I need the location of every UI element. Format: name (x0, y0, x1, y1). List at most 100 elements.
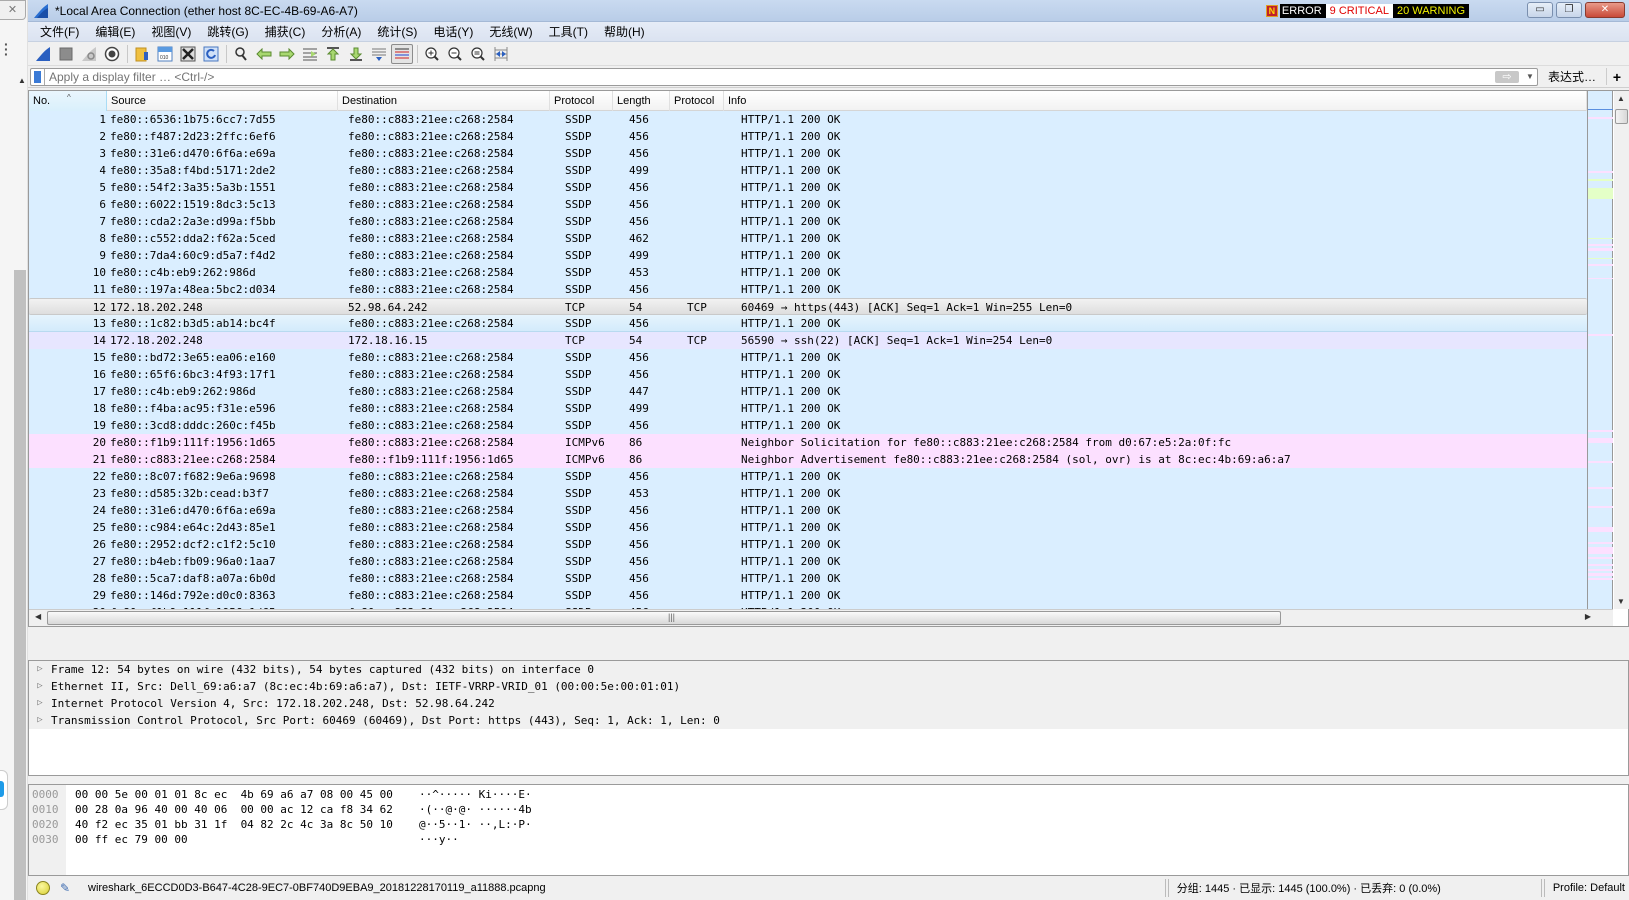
column-header-destination[interactable]: Destination (338, 91, 550, 111)
hex-offset[interactable]: 0030 (32, 832, 59, 847)
scroll-up-arrow-icon[interactable]: ▲ (1617, 94, 1625, 103)
column-header-source[interactable]: Source (107, 91, 338, 111)
details-tree-item[interactable]: ▷ Frame 12: 54 bytes on wire (432 bits), … (29, 661, 1628, 678)
resize-columns-icon[interactable] (490, 44, 512, 64)
ascii-bytes[interactable]: ·(··@·@· ······4b (419, 802, 532, 817)
packet-row[interactable]: 1 fe80::6536:1b75:6cc7:7d55 fe80::c883:21e… (29, 111, 1587, 128)
details-tree-item[interactable]: ▷ Internet Protocol Version 4, Src: 172.1… (29, 695, 1628, 712)
menu-item[interactable]: 捕获(C) (257, 23, 314, 40)
hex-bytes[interactable]: 40 f2 ec 35 01 bb 31 1f 04 82 2c 4c 3a 8… (75, 817, 393, 832)
apply-filter-arrow-icon[interactable]: ⇨ (1494, 70, 1519, 83)
colorize-icon[interactable] (391, 43, 413, 64)
column-header-protocol-2[interactable]: Protocol (670, 91, 724, 111)
details-tree-item[interactable]: ▷ Ethernet II, Src: Dell_69:a6:a7 (8c:ec:… (29, 678, 1628, 695)
display-filter-input[interactable] (45, 69, 1495, 84)
packet-row[interactable]: 28 fe80::5ca7:daf8:a07a:6b0d fe80::c883:21… (29, 570, 1587, 587)
packet-row[interactable]: 24 fe80::31e6:d470:6f6a:e69a fe80::c883:21… (29, 502, 1587, 519)
start-capture-icon[interactable] (32, 44, 54, 64)
filter-history-dropdown-icon[interactable]: ▼ (1523, 72, 1537, 81)
packet-row[interactable]: 7 fe80::cda2:2a3e:d99a:f5bb fe80::c883:21e… (29, 213, 1587, 230)
expression-button[interactable]: 表达式… (1538, 68, 1607, 85)
packet-row[interactable]: 13 fe80::1c82:b3d5:ab14:bc4f fe80::c883:21… (29, 315, 1587, 332)
hex-offset[interactable]: 0010 (32, 802, 59, 817)
hex-offset[interactable]: 0020 (32, 817, 59, 832)
packet-row[interactable]: 12 172.18.202.248 52.98.64.242 TCP 54 TCP 6046… (29, 298, 1587, 315)
expand-triangle-icon[interactable]: ▷ (29, 661, 51, 678)
expand-triangle-icon[interactable]: ▷ (29, 678, 51, 695)
menu-item[interactable]: 无线(W) (481, 23, 540, 40)
zoom-in-icon[interactable] (421, 44, 443, 64)
column-header-info[interactable]: Info (724, 91, 1587, 111)
packet-row[interactable]: 19 fe80::3cd8:dddc:260c:f45b fe80::c883:21… (29, 417, 1587, 434)
packet-row[interactable]: 25 fe80::c984:e64c:2d43:85e1 fe80::c883:21… (29, 519, 1587, 536)
go-to-packet-icon[interactable] (299, 44, 321, 64)
packet-row[interactable]: 17 fe80::c4b:eb9:262:986d fe80::c883:21ee:… (29, 383, 1587, 400)
go-last-packet-icon[interactable] (345, 44, 367, 64)
error-badge[interactable]: ERROR (1279, 4, 1326, 18)
packet-row[interactable]: 3 fe80::31e6:d470:6f6a:e69a fe80::c883:21e… (29, 145, 1587, 162)
menu-item[interactable]: 分析(A) (313, 23, 369, 40)
auto-scroll-icon[interactable] (368, 44, 390, 64)
close-file-icon[interactable] (177, 44, 199, 64)
capture-options-icon[interactable] (101, 44, 123, 64)
packet-row[interactable]: 23 fe80::d585:32b:cead:b3f7 fe80::c883:21e… (29, 485, 1587, 502)
zoom-out-icon[interactable] (444, 44, 466, 64)
minimize-button[interactable]: ▭ (1527, 2, 1553, 18)
packet-row[interactable]: 2 fe80::f487:2d23:2ffc:6ef6 fe80::c883:21e… (29, 128, 1587, 145)
packet-row[interactable]: 5 fe80::54f2:3a35:5a3b:1551 fe80::c883:21e… (29, 179, 1587, 196)
filter-bookmark-icon[interactable] (31, 68, 45, 85)
column-header-no[interactable]: No. ^ (29, 91, 107, 111)
warning-badge[interactable]: 20 WARNING (1392, 4, 1469, 18)
scroll-left-arrow-icon[interactable]: ◀ (35, 612, 41, 621)
critical-badge[interactable]: 9 CRITICAL (1325, 4, 1393, 18)
menu-item[interactable]: 工具(T) (541, 23, 596, 40)
packet-row[interactable]: 11 fe80::197a:48ea:5bc2:d034 fe80::c883:21… (29, 281, 1587, 298)
go-back-icon[interactable] (253, 44, 275, 64)
packet-row[interactable]: 8 fe80::c552:dda2:f62a:5ced fe80::c883:21e… (29, 230, 1587, 247)
restore-button[interactable]: ❐ (1556, 2, 1582, 18)
menu-item[interactable]: 电话(Y) (425, 23, 481, 40)
close-window-button[interactable]: ✕ (1585, 2, 1625, 18)
reload-file-icon[interactable] (200, 44, 222, 64)
packet-row[interactable]: 29 fe80::146d:792e:d0c0:8363 fe80::c883:21… (29, 587, 1587, 604)
horizontal-scroll-thumb[interactable]: ||| (47, 611, 1281, 625)
packet-row[interactable]: 21 fe80::c883:21ee:c268:2584 fe80::f1b9:11… (29, 451, 1587, 468)
packet-row[interactable]: 14 172.18.202.248 172.18.16.15 TCP 54 TCP 5659… (29, 332, 1587, 349)
column-header-protocol[interactable]: Protocol (550, 91, 613, 111)
expert-info-led-icon[interactable] (36, 881, 50, 895)
packet-list-horizontal-scrollbar[interactable]: ◀ ||| ▶ (29, 609, 1613, 626)
packet-minimap[interactable] (1587, 91, 1613, 609)
menu-item[interactable]: 编辑(E) (87, 23, 143, 40)
go-forward-icon[interactable] (276, 44, 298, 64)
details-tree-item[interactable]: ▷ Transmission Control Protocol, Src Port… (29, 712, 1628, 729)
hex-offset[interactable]: 0000 (32, 787, 59, 802)
scroll-up-icon[interactable]: ▲ (18, 76, 26, 85)
hex-bytes[interactable]: 00 00 5e 00 01 01 8c ec 4b 69 a6 a7 08 0… (75, 787, 393, 802)
vertical-scroll-thumb[interactable] (1615, 109, 1628, 124)
menu-item[interactable]: 视图(V) (143, 23, 199, 40)
stop-capture-icon[interactable] (55, 44, 77, 64)
hex-bytes[interactable]: 00 ff ec 79 00 00 (75, 832, 188, 847)
profile-label[interactable]: Profile: Default (1553, 882, 1625, 894)
expand-triangle-icon[interactable]: ▷ (29, 712, 51, 729)
go-first-packet-icon[interactable] (322, 44, 344, 64)
menu-item[interactable]: 帮助(H) (596, 23, 653, 40)
scroll-right-arrow-icon[interactable]: ▶ (1585, 612, 1591, 621)
capture-comment-edit-icon[interactable]: ✎ (60, 881, 74, 895)
packet-row[interactable]: 16 fe80::65f6:6bc3:4f93:17f1 fe80::c883:21… (29, 366, 1587, 383)
side-widget-icon[interactable] (0, 770, 8, 810)
ascii-bytes[interactable]: @··5··1· ··,L:·P· (419, 817, 532, 832)
expand-triangle-icon[interactable]: ▷ (29, 695, 51, 712)
column-header-length[interactable]: Length (613, 91, 670, 111)
packet-row[interactable]: 22 fe80::8c07:f682:9e6a:9698 fe80::c883:21… (29, 468, 1587, 485)
scroll-down-arrow-icon[interactable]: ▼ (1617, 597, 1625, 606)
packet-list-vertical-scrollbar[interactable]: ▲ ▼ (1614, 91, 1629, 609)
packet-row[interactable]: 10 fe80::c4b:eb9:262:986d fe80::c883:21ee:… (29, 264, 1587, 281)
open-file-icon[interactable] (131, 44, 153, 64)
packet-row[interactable]: 15 fe80::bd72:3e65:ea06:e160 fe80::c883:21… (29, 349, 1587, 366)
restart-capture-icon[interactable] (78, 44, 100, 64)
find-packet-icon[interactable] (230, 44, 252, 64)
packet-row[interactable]: 4 fe80::35a8:f4bd:5171:2de2 fe80::c883:21e… (29, 162, 1587, 179)
menu-item[interactable]: 统计(S) (369, 23, 425, 40)
save-file-icon[interactable]: 010 (154, 44, 176, 64)
